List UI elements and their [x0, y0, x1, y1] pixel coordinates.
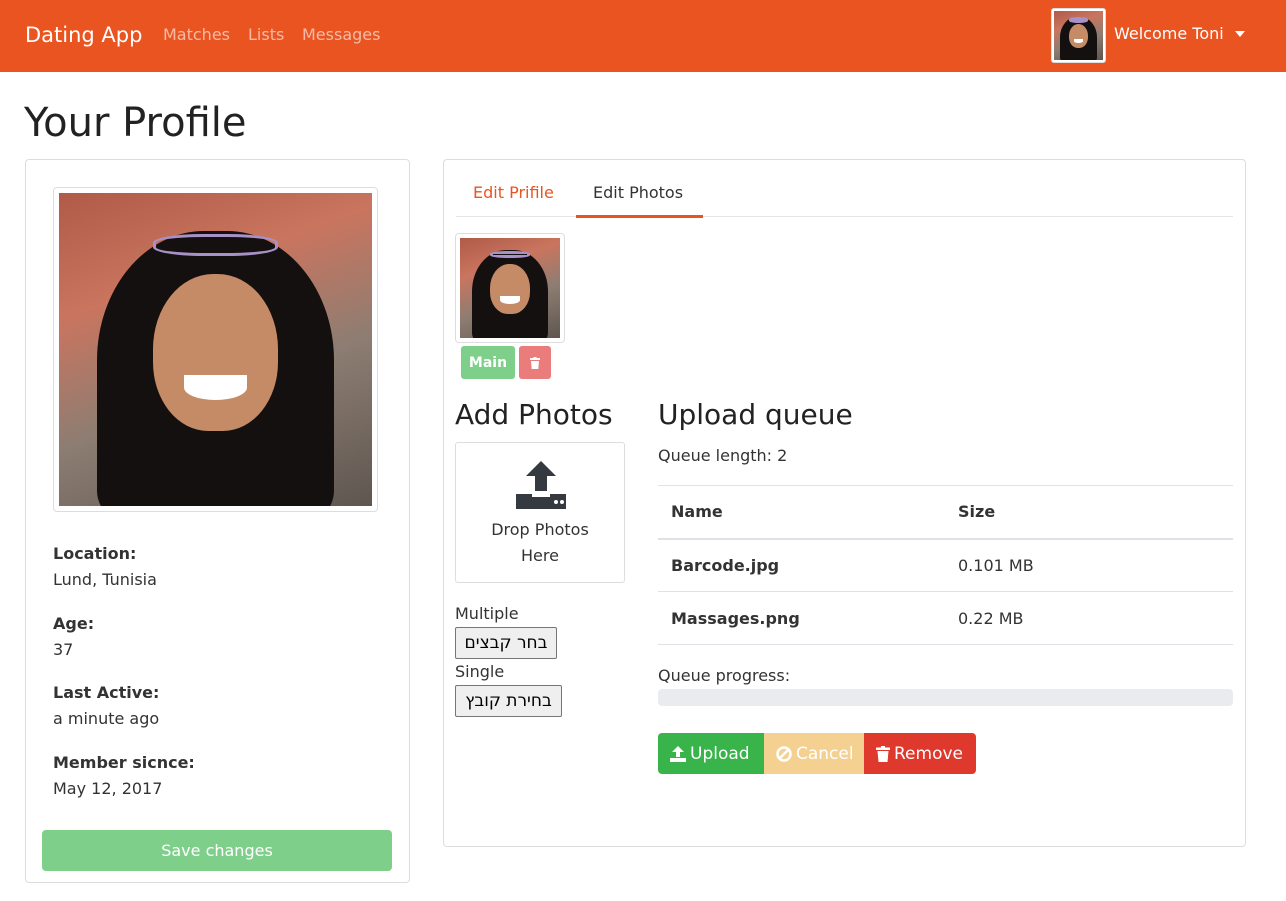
ban-icon: [776, 745, 792, 762]
table-row: Massages.png 0.22 MB: [658, 591, 1233, 645]
photo-dropzone[interactable]: Drop Photos Here: [455, 442, 625, 583]
upload-all-label: Upload: [690, 743, 750, 764]
remove-all-button[interactable]: Remove: [864, 733, 976, 774]
avatar-photo: [1054, 11, 1103, 60]
cancel-all-button[interactable]: Cancel: [764, 733, 864, 774]
multiple-label: Multiple: [455, 604, 519, 623]
add-photos-title: Add Photos: [455, 398, 613, 431]
upload-all-button[interactable]: Upload: [658, 733, 764, 774]
nav-link-messages[interactable]: Messages: [302, 25, 380, 44]
member-since-label: Member sicnce:: [53, 753, 195, 772]
tab-edit-photos[interactable]: Edit Photos: [593, 183, 683, 202]
upload-queue-table: Name Size Barcode.jpg 0.101 MB Massages.…: [658, 485, 1233, 645]
queue-progress-label: Queue progress:: [658, 666, 791, 685]
file-name: Barcode.jpg: [658, 538, 945, 592]
column-header-size: Size: [945, 485, 1233, 540]
dropzone-text-line1: Drop Photos: [491, 520, 589, 539]
queue-length: Queue length: 2: [658, 446, 788, 465]
save-changes-button[interactable]: Save changes: [42, 830, 392, 871]
nav-link-lists[interactable]: Lists: [248, 25, 284, 44]
tabs-divider: [456, 216, 1233, 217]
delete-photo-button[interactable]: [519, 346, 551, 379]
trash-icon: [876, 745, 890, 762]
photo-thumbnail: [455, 233, 565, 343]
file-name: Massages.png: [658, 591, 945, 645]
chevron-down-icon[interactable]: [1235, 31, 1245, 37]
brand-link[interactable]: Dating App: [25, 23, 142, 47]
single-label: Single: [455, 662, 505, 681]
set-main-button[interactable]: Main: [461, 346, 515, 379]
trash-icon: [519, 356, 551, 369]
table-row: Barcode.jpg 0.101 MB: [658, 538, 1233, 592]
nav-link-matches[interactable]: Matches: [163, 25, 230, 44]
active-tab-indicator: [576, 215, 703, 218]
queue-progress-bar: [658, 689, 1233, 706]
remove-all-label: Remove: [894, 743, 963, 764]
dropzone-text: Drop Photos Here: [456, 517, 624, 569]
file-size: 0.101 MB: [945, 538, 1233, 592]
location-value: Lund, Tunisia: [53, 570, 157, 589]
multiple-file-input[interactable]: בחר קבצים: [455, 627, 557, 659]
last-active-value: a minute ago: [53, 709, 160, 728]
tab-edit-profile[interactable]: Edit Prifile: [473, 183, 554, 202]
column-header-name: Name: [658, 485, 945, 540]
table-header-row: Name Size: [658, 485, 1233, 540]
member-since-value: May 12, 2017: [53, 779, 163, 798]
user-dropdown-toggle[interactable]: Welcome Toni: [1114, 24, 1224, 43]
file-size: 0.22 MB: [945, 591, 1233, 645]
upload-icon: [670, 745, 686, 762]
upload-icon: [516, 461, 566, 509]
upload-queue-title: Upload queue: [658, 398, 853, 431]
age-label: Age:: [53, 614, 95, 633]
dropzone-text-line2: Here: [521, 546, 559, 565]
avatar[interactable]: [1051, 8, 1106, 63]
profile-photo: [53, 187, 378, 512]
navbar: Dating App Matches Lists Messages Welcom…: [0, 0, 1286, 72]
age-value: 37: [53, 640, 74, 659]
page-title: Your Profile: [24, 100, 247, 146]
single-file-input[interactable]: בחירת קובץ: [455, 685, 562, 717]
last-active-label: Last Active:: [53, 683, 160, 702]
cancel-all-label: Cancel: [796, 743, 854, 764]
location-label: Location:: [53, 544, 137, 563]
